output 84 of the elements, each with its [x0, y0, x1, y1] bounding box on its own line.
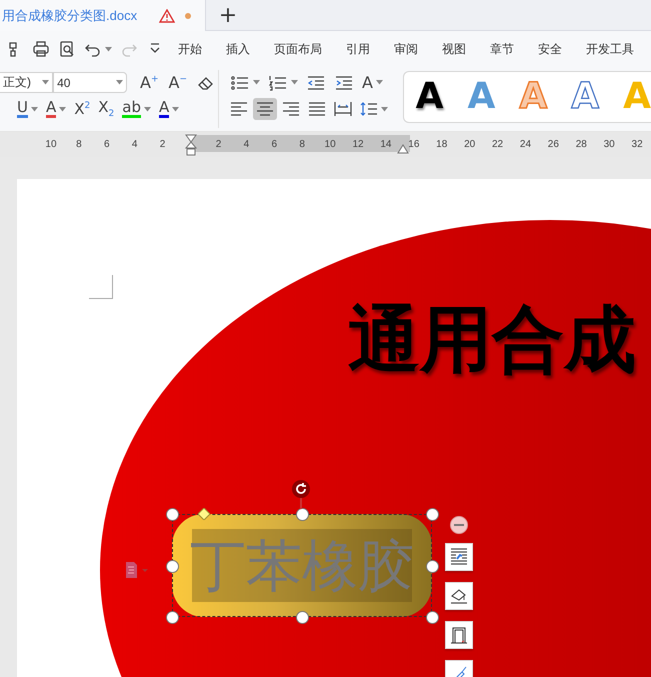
ruler-number: 30 [603, 139, 616, 150]
caret-icon [144, 106, 151, 112]
ruler-number: 4 [242, 139, 250, 150]
ruler-number: 16 [408, 139, 420, 150]
ruler-number: 10 [45, 139, 57, 150]
collapse-icon[interactable] [450, 516, 468, 534]
right-indent-marker-icon[interactable] [397, 144, 409, 154]
font-name-field[interactable]: 正文) [0, 72, 54, 93]
align-right-icon [282, 101, 300, 117]
ruler-number: 8 [75, 139, 83, 150]
ruler-number: 18 [436, 139, 448, 150]
text-style-option[interactable]: A [571, 79, 600, 115]
font-color-button[interactable]: A [156, 98, 182, 120]
caret-icon [380, 106, 388, 112]
heading-text: 通用合成 [348, 299, 636, 382]
ruler-number: 12 [352, 139, 364, 150]
menu-tab[interactable]: 引用 [346, 40, 370, 58]
indent-icon [334, 74, 354, 90]
text-style-option[interactable]: A [416, 79, 444, 115]
caret-icon [116, 80, 123, 85]
font-name-value: 正文) [3, 74, 31, 91]
fill-button[interactable] [445, 582, 473, 610]
align-center-icon [256, 101, 274, 117]
align-center-button[interactable] [252, 98, 277, 120]
font-size-field[interactable]: 40 [53, 72, 127, 93]
ruler-number: 28 [575, 139, 588, 150]
align-line-spacing-icon [360, 101, 378, 117]
menu-tab[interactable]: 安全 [538, 40, 562, 58]
spacing-button[interactable]: A [358, 72, 386, 94]
menu-tab[interactable]: 开发工具 [586, 40, 634, 58]
strike-button[interactable]: A [42, 98, 70, 120]
ruler-number: 20 [464, 139, 476, 150]
wrap-icon [449, 547, 469, 567]
grow-font-button[interactable]: A$^{+}$ [140, 74, 158, 90]
eraser-icon[interactable] [197, 74, 215, 90]
ruler-number: 26 [547, 139, 560, 150]
border-button[interactable] [445, 621, 473, 649]
menu-tab[interactable]: 插入 [226, 40, 250, 58]
caret-icon [252, 80, 260, 85]
caret-icon [105, 46, 112, 52]
ruler-number: 24 [520, 139, 532, 150]
superscript-button[interactable]: X$^{2}$ [71, 98, 94, 120]
subscript-button[interactable]: X$_{2}$ [95, 98, 118, 120]
caret-icon [376, 80, 383, 85]
caret-icon [30, 106, 38, 112]
ruler-number: 22 [492, 139, 504, 150]
align-justify-icon [308, 101, 326, 117]
menu-tab[interactable]: 审阅 [394, 40, 418, 58]
ruler-number: 2 [214, 139, 222, 150]
border-icon [449, 625, 469, 645]
ruler-number: 2 [158, 139, 166, 150]
ruler-number: 8 [298, 139, 306, 150]
align-distribute-icon [334, 101, 352, 117]
shrink-font-button[interactable]: A$^{−}$ [168, 74, 187, 90]
ruler-number: 4 [130, 139, 138, 150]
bullets-icon [230, 74, 250, 90]
font-size-value: 40 [57, 76, 70, 90]
align-left-icon [230, 101, 248, 117]
ruler-number: 6 [102, 139, 111, 150]
menu-tab[interactable]: 视图 [442, 40, 466, 58]
caret-icon [290, 80, 298, 85]
underline-button[interactable]: U [14, 98, 41, 120]
menu-tab[interactable]: 章节 [490, 40, 514, 58]
anchor-icon[interactable] [125, 561, 149, 579]
wrap-button[interactable] [445, 543, 473, 571]
print-icon[interactable] [32, 40, 50, 58]
menu-tab[interactable]: 页面布局 [274, 40, 322, 58]
caret-icon [172, 106, 180, 112]
ruler-number: 14 [380, 139, 392, 150]
adjust-handle-icon[interactable] [198, 508, 210, 520]
indent-marker-icon[interactable] [184, 134, 197, 156]
caret-icon [42, 80, 50, 85]
caret-icon [59, 106, 66, 112]
ruler-number: 6 [270, 139, 278, 150]
ruler-number: 10 [324, 139, 336, 150]
preview-icon[interactable] [58, 40, 76, 58]
numbering-icon [268, 74, 288, 90]
ruler-number: 32 [631, 139, 644, 150]
menu-tab[interactable]: 开始 [178, 40, 202, 58]
new-tab-button[interactable]: + [206, 0, 250, 30]
document-tab[interactable]: 用合成橡胶分类图.docx [0, 0, 206, 31]
rotate-handle-icon[interactable] [291, 480, 311, 510]
highlight-button[interactable]: ab [119, 98, 154, 120]
outdent-icon [306, 74, 326, 90]
